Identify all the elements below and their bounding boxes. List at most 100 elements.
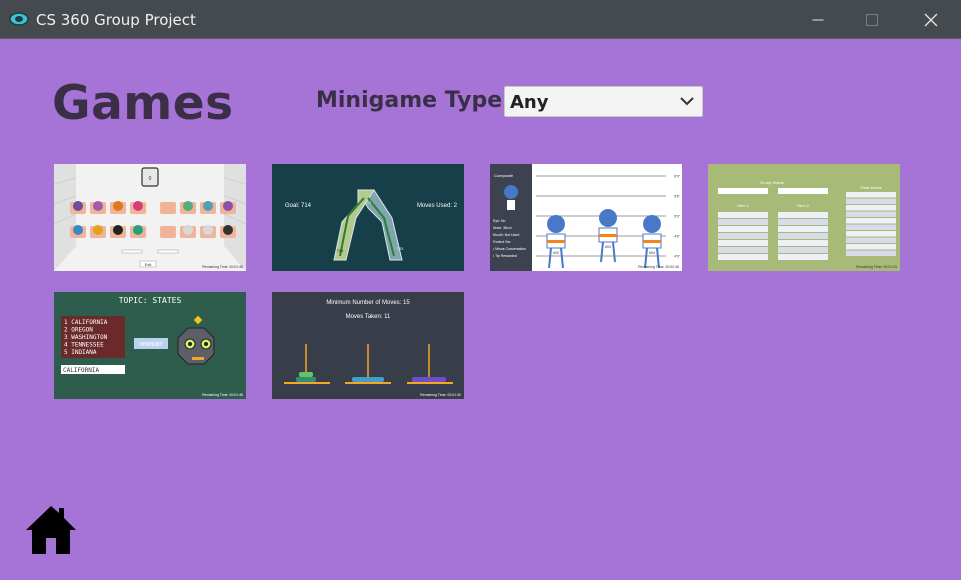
minigame-type-select[interactable]: Any <box>504 86 703 117</box>
state-item: 2 OREGON <box>64 327 93 334</box>
suspect-label: #03 <box>605 245 611 249</box>
word-slot <box>778 219 828 225</box>
student <box>73 225 83 235</box>
word-slot <box>846 237 896 243</box>
word-slot <box>718 219 768 225</box>
height-label: 5'6" <box>674 195 681 199</box>
word-slot <box>846 231 896 237</box>
word-slot <box>846 250 896 256</box>
remaining-time: Remaining Time: 00:01:48 <box>202 265 243 269</box>
river-paths-thumbnail: Goal: 714 Moves Used: 2 717 714 733 <box>272 164 464 271</box>
states-quiz-thumbnail: TOPIC: STATES 1 CALIFORNIA2 OREGON3 WASH… <box>54 292 246 399</box>
remaining-time: Remaining Time: 00:01:30 <box>420 393 461 397</box>
height-label: 4'0" <box>674 255 681 259</box>
suspect-label: #04 <box>649 251 655 255</box>
seat <box>160 226 176 238</box>
student <box>203 225 213 235</box>
word-slot <box>778 233 828 239</box>
trait-item: • Minus Conversation <box>493 247 526 251</box>
student <box>113 201 123 211</box>
word-slot <box>718 254 768 260</box>
word-slot <box>718 240 768 246</box>
word-slot <box>778 240 828 246</box>
student <box>93 201 103 211</box>
word-sort-thumbnail: Group Words Hero 1 Hero 2 Final Words Re… <box>708 164 900 271</box>
node-value-left: 714 <box>337 248 344 253</box>
word-slot <box>846 205 896 211</box>
suspect-stripe <box>599 234 617 237</box>
column-3-title: Final Words <box>860 185 881 190</box>
trait-item: Nose: 38cm <box>493 226 512 230</box>
trait-item: Posted Via: <box>493 240 511 244</box>
word-slot <box>846 218 896 224</box>
word-slot <box>718 233 768 239</box>
speech-bubble: VERMONT <box>139 342 163 348</box>
suspect-head <box>547 215 565 233</box>
exit-button-label: Exit <box>145 262 153 267</box>
composite-title: Composite <box>494 173 514 178</box>
game-card-word-sort[interactable]: Group Words Hero 1 Hero 2 Final Words Re… <box>708 164 900 271</box>
remaining-time: Remaining Time: 00:01:46 <box>202 393 243 397</box>
game-card-seating-chart[interactable]: 0 Exit Remaining Time: 00:01:48 <box>54 164 246 271</box>
tower-of-hanoi-thumbnail: Minimum Number of Moves: 15 Moves Taken:… <box>272 292 464 399</box>
state-item: 5 INDIANA <box>64 349 97 356</box>
game-card-river-paths[interactable]: Goal: 714 Moves Used: 2 717 714 733 <box>272 164 464 271</box>
lineup-thumbnail: Composite Eye: No Nose: 38cm Mouth: Not Us… <box>490 164 682 271</box>
minimize-icon <box>812 19 824 20</box>
student <box>133 201 143 211</box>
remaining-time: Remaining Time: 00:01:23 <box>856 265 897 269</box>
maximize-button[interactable] <box>849 0 895 39</box>
home-button[interactable] <box>24 504 78 556</box>
student <box>183 225 193 235</box>
close-icon <box>924 13 938 26</box>
student <box>93 225 103 235</box>
column-2-title: Hero 2 <box>797 203 810 208</box>
edge-value-top: 717 <box>365 200 372 205</box>
student <box>113 225 123 235</box>
suspect-head <box>643 215 661 233</box>
student <box>73 201 83 211</box>
group-heading: Group Words <box>760 180 784 185</box>
height-label: 5'0" <box>674 215 681 219</box>
word-slot <box>778 247 828 253</box>
close-button[interactable] <box>908 0 954 39</box>
height-label: 6'0" <box>674 175 681 179</box>
suspect-stripe <box>643 240 661 243</box>
word-slot <box>846 224 896 230</box>
maximize-icon <box>866 13 878 26</box>
title-bar: CS 360 Group Project <box>0 0 961 39</box>
chevron-down-icon <box>680 97 694 106</box>
trait-item: • Tip Rewarded <box>493 254 517 258</box>
minimum-moves-label: Minimum Number of Moves: 15 <box>326 300 410 306</box>
word-slot <box>846 244 896 250</box>
suspect-label: #02 <box>553 251 559 255</box>
game-card-lineup[interactable]: Composite Eye: No Nose: 38cm Mouth: Not Us… <box>490 164 682 271</box>
edge-value-right: 733 <box>397 246 404 251</box>
home-icon <box>26 506 76 554</box>
state-item: 1 CALIFORNIA <box>64 319 108 326</box>
student <box>223 201 233 211</box>
seat-counter: 0 <box>149 176 152 182</box>
window-title: CS 360 Group Project <box>36 11 196 29</box>
game-card-states-quiz[interactable]: TOPIC: STATES 1 CALIFORNIA 2 OREGON 3 WASH… <box>54 292 246 399</box>
student <box>183 201 193 211</box>
goal-label: Goal: 714 <box>285 203 312 209</box>
word-slot <box>778 212 828 218</box>
seat <box>160 202 176 214</box>
word-slot <box>846 211 896 217</box>
word-slot <box>846 192 896 198</box>
student <box>133 225 143 235</box>
word-slot <box>718 226 768 232</box>
word-slot <box>778 254 828 260</box>
minimize-button[interactable] <box>795 0 841 39</box>
student <box>203 201 213 211</box>
seating-chart-thumbnail: 0 Exit Remaining Time: 00:01:48 <box>54 164 246 271</box>
word-slot <box>846 198 896 204</box>
moves-taken-label: Moves Taken: 11 <box>346 314 391 320</box>
trait-item: Eye: No <box>493 219 506 223</box>
state-item: 3 WASHINGTON <box>64 334 108 341</box>
app-icon <box>9 12 29 26</box>
minigame-type-label: Minigame Type: <box>316 88 511 113</box>
word-slot <box>778 226 828 232</box>
game-card-tower-of-hanoi[interactable]: Minimum Number of Moves: 15 Moves Taken:… <box>272 292 464 399</box>
